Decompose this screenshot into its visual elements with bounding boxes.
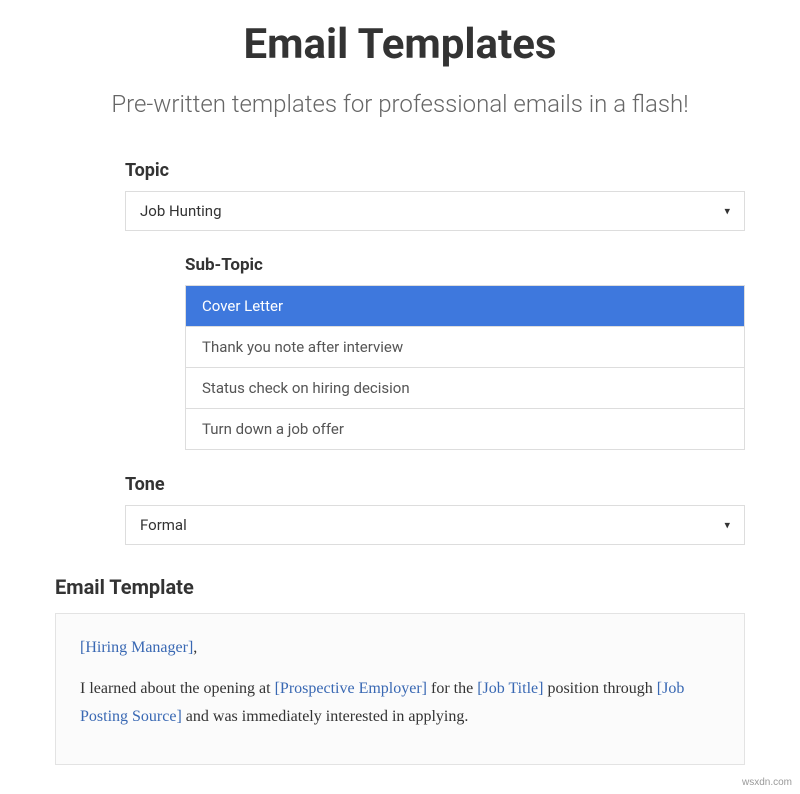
subtopic-item-status-check[interactable]: Status check on hiring decision	[186, 368, 744, 409]
topic-select[interactable]: Job Hunting	[125, 191, 745, 231]
topic-label: Topic	[125, 160, 745, 181]
page-subheading: Pre-written templates for professional e…	[55, 89, 745, 120]
tone-select-value: Formal	[140, 516, 187, 534]
body-text-1: I learned about the opening at	[80, 680, 275, 697]
placeholder-hiring-manager: [Hiring Manager]	[80, 639, 193, 656]
subtopic-item-thank-you[interactable]: Thank you note after interview	[186, 327, 744, 368]
watermark: wsxdn.com	[742, 777, 792, 788]
subtopic-item-cover-letter[interactable]: Cover Letter	[186, 286, 744, 327]
page-title: Email Templates	[55, 20, 745, 69]
greeting-suffix: ,	[193, 639, 197, 656]
template-greeting: [Hiring Manager],	[80, 634, 720, 661]
subtopic-list: Cover Letter Thank you note after interv…	[185, 285, 745, 450]
template-body: I learned about the opening at [Prospect…	[80, 675, 720, 729]
body-text-3: position through	[543, 680, 656, 697]
body-text-2: for the	[427, 680, 477, 697]
tone-label: Tone	[125, 474, 745, 495]
placeholder-job-title: [Job Title]	[477, 680, 543, 697]
body-text-4: and was immediately interested in applyi…	[182, 708, 469, 725]
topic-select-value: Job Hunting	[140, 202, 222, 220]
subtopic-item-turn-down[interactable]: Turn down a job offer	[186, 409, 744, 449]
subtopic-label: Sub-Topic	[185, 255, 745, 275]
tone-select[interactable]: Formal	[125, 505, 745, 545]
template-content: [Hiring Manager], I learned about the op…	[55, 613, 745, 765]
template-heading: Email Template	[55, 575, 745, 599]
placeholder-employer: [Prospective Employer]	[275, 680, 427, 697]
